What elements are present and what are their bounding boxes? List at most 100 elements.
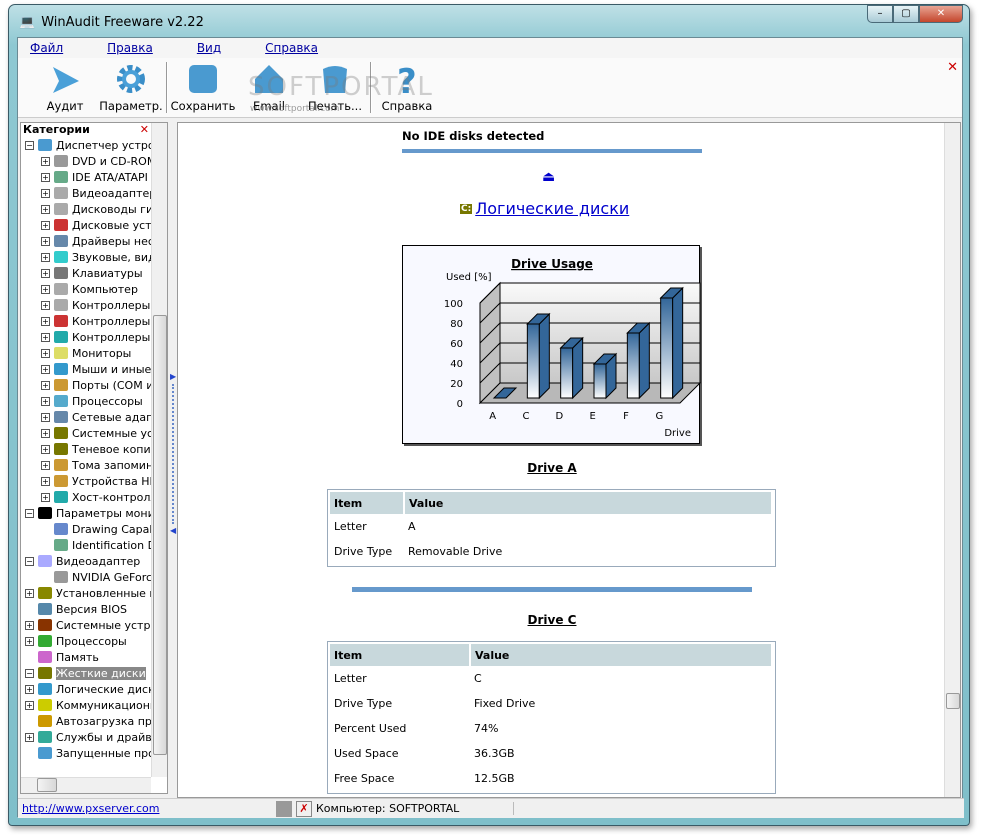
expand-icon[interactable]: +: [41, 396, 50, 406]
expand-icon[interactable]: +: [41, 300, 50, 310]
tree-horizontal-scrollbar[interactable]: [21, 777, 151, 793]
expand-icon[interactable]: +: [25, 636, 34, 646]
tree-item-label: Контроллеры универсальной: [72, 330, 151, 344]
tree-item[interactable]: + Дисковые устройства: [21, 217, 151, 233]
tree-item[interactable]: + Службы и драйверы: [21, 729, 151, 745]
expand-icon[interactable]: +: [25, 700, 34, 710]
tree-item-label: Автозагрузка программ: [56, 714, 151, 728]
expand-icon[interactable]: +: [41, 492, 50, 502]
expand-icon[interactable]: +: [41, 172, 50, 182]
tree-item[interactable]: Версия BIOS: [21, 601, 151, 617]
tree-item[interactable]: − Параметры мониторов: [21, 505, 151, 521]
expand-icon[interactable]: +: [41, 412, 50, 422]
tree-item[interactable]: + DVD и CD-ROM: [21, 153, 151, 169]
menu-3[interactable]: Справка: [265, 41, 318, 55]
close-pane-icon[interactable]: ✕: [947, 60, 958, 75]
tree-item[interactable]: + Системные устройства: [21, 425, 151, 441]
tree-item[interactable]: + Клавиатуры: [21, 265, 151, 281]
tree-item[interactable]: NVIDIA GeForce: [21, 569, 151, 585]
tree-item[interactable]: Автозагрузка программ: [21, 713, 151, 729]
logical-disks-link[interactable]: Логические диски: [475, 199, 629, 218]
tree-item[interactable]: + Контроллеры запоминающих: [21, 313, 151, 329]
tree-item[interactable]: + Звуковые, видео: [21, 249, 151, 265]
expand-icon[interactable]: +: [41, 188, 50, 198]
tree-item-label: Дисковые устройства: [72, 218, 151, 232]
expand-icon[interactable]: +: [41, 268, 50, 278]
expand-icon[interactable]: +: [41, 476, 50, 486]
tree-item[interactable]: + Мониторы: [21, 345, 151, 361]
tree-item[interactable]: + Компьютер: [21, 281, 151, 297]
expand-icon[interactable]: +: [41, 156, 50, 166]
tree-item[interactable]: + Теневое копирование: [21, 441, 151, 457]
tree-item[interactable]: + Коммуникационные порты: [21, 697, 151, 713]
tree-item[interactable]: + IDE ATA/ATAPI: [21, 169, 151, 185]
tree-item[interactable]: Drawing Capabilities: [21, 521, 151, 537]
tree-item[interactable]: Identification Data: [21, 537, 151, 553]
y-axis-label: Used [%]: [446, 272, 492, 283]
toolbar-play-button[interactable]: Аудит: [32, 58, 98, 117]
expand-icon[interactable]: +: [41, 380, 50, 390]
chart-side-wall: [479, 281, 501, 405]
tree-item[interactable]: + Процессоры: [21, 393, 151, 409]
column-header: Item: [330, 644, 471, 666]
tree-item[interactable]: Запущенные программы: [21, 745, 151, 761]
tree-item[interactable]: + Системные устройства: [21, 617, 151, 633]
expand-icon[interactable]: +: [41, 204, 50, 214]
expand-icon[interactable]: +: [25, 684, 34, 694]
tree-item[interactable]: + Хост-контроллеры: [21, 489, 151, 505]
tree-item[interactable]: + Драйверы несамонастр: [21, 233, 151, 249]
menu-2[interactable]: Вид: [197, 41, 221, 55]
tree-item[interactable]: − Видеоадаптер: [21, 553, 151, 569]
tree-item[interactable]: Память: [21, 649, 151, 665]
tree-item[interactable]: + Контроллеры универсальной: [21, 329, 151, 345]
toolbar-save-button[interactable]: Сохранить: [170, 58, 236, 117]
toolbar-gear-button[interactable]: Параметр.: [98, 58, 164, 117]
tree-item-label: Мониторы: [72, 346, 132, 360]
collapse-icon[interactable]: −: [25, 556, 34, 566]
tree-item[interactable]: + Дисководы гибких: [21, 201, 151, 217]
expand-icon[interactable]: +: [41, 316, 50, 326]
tree-item[interactable]: + Сетевые адаптеры: [21, 409, 151, 425]
expand-icon[interactable]: +: [25, 588, 34, 598]
expand-icon[interactable]: +: [41, 332, 50, 342]
collapse-icon[interactable]: −: [25, 140, 34, 150]
collapse-icon[interactable]: −: [25, 508, 34, 518]
expand-icon[interactable]: +: [41, 444, 50, 454]
category-icon: [54, 347, 68, 359]
expand-icon[interactable]: +: [41, 252, 50, 262]
report-vertical-scrollbar[interactable]: [944, 123, 960, 797]
expand-icon[interactable]: +: [41, 348, 50, 358]
expand-icon[interactable]: +: [25, 732, 34, 742]
tree-item[interactable]: + Установленные программы: [21, 585, 151, 601]
expand-icon[interactable]: +: [41, 284, 50, 294]
tree-item[interactable]: + Тома запоминающих: [21, 457, 151, 473]
expand-icon[interactable]: +: [25, 620, 34, 630]
tree-item[interactable]: + Устройства HID: [21, 473, 151, 489]
up-arrow-icon[interactable]: ⏏: [542, 169, 555, 185]
tree-item[interactable]: − Жесткие диски: [21, 665, 151, 681]
menu-0[interactable]: Файл: [30, 41, 63, 55]
expand-icon[interactable]: +: [41, 236, 50, 246]
tree-item[interactable]: + Процессоры: [21, 633, 151, 649]
maximize-button[interactable]: ▢: [893, 5, 919, 23]
expand-icon[interactable]: +: [41, 428, 50, 438]
tree-item[interactable]: + Видеоадаптеры: [21, 185, 151, 201]
table-cell: Percent Used: [334, 722, 407, 735]
close-button[interactable]: ✕: [919, 5, 963, 23]
minimize-button[interactable]: –: [867, 5, 893, 23]
tree-item[interactable]: + Мыши и иные указывающие: [21, 361, 151, 377]
play-icon: [53, 67, 79, 93]
menu-1[interactable]: Правка: [107, 41, 153, 55]
expand-icon[interactable]: +: [41, 220, 50, 230]
table-header: Item Value: [330, 644, 773, 666]
category-icon: [54, 395, 68, 407]
tree-item[interactable]: + Порты (COM и LPT): [21, 377, 151, 393]
expand-icon[interactable]: +: [41, 460, 50, 470]
collapse-icon[interactable]: −: [25, 668, 34, 678]
tree-item[interactable]: + Контроллеры IDE: [21, 297, 151, 313]
expand-icon[interactable]: +: [41, 364, 50, 374]
tree-item[interactable]: − Диспетчер устройств: [21, 137, 151, 153]
tree-item[interactable]: + Логические диски: [21, 681, 151, 697]
website-link[interactable]: http://www.pxserver.com: [18, 802, 276, 815]
tree-vertical-scrollbar[interactable]: [151, 123, 167, 777]
